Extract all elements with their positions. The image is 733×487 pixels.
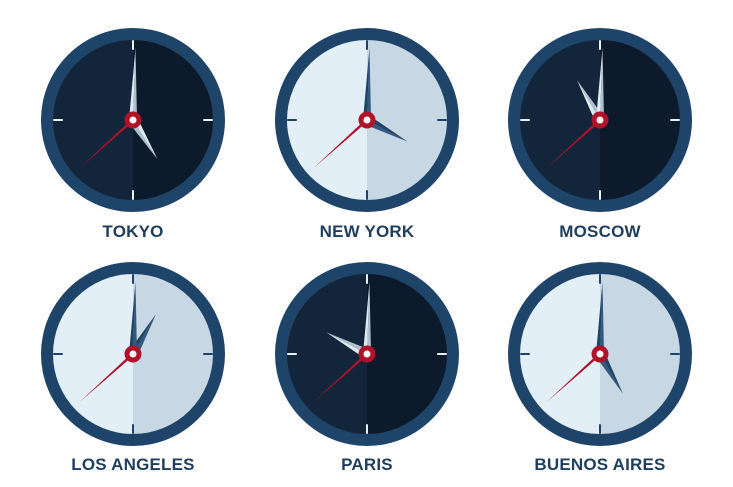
- city-label-buenos-aires: BUENOS AIRES: [534, 455, 666, 474]
- center-hub-dot-paris: [363, 350, 371, 358]
- city-label-tokyo: TOKYO: [102, 222, 164, 241]
- clock-tokyo: [41, 28, 225, 212]
- clock-moscow: [508, 28, 692, 212]
- center-hub-dot-buenos-aires: [596, 350, 604, 358]
- city-label-moscow: MOSCOW: [559, 222, 641, 241]
- city-label-los-angeles: LOS ANGELES: [71, 455, 195, 474]
- center-hub-dot-moscow: [596, 116, 604, 124]
- center-hub-dot-tokyo: [129, 116, 137, 124]
- clock-new-york: [275, 28, 459, 212]
- clock-los-angeles: [41, 262, 225, 446]
- clock-buenos-aires: [508, 262, 692, 446]
- city-label-paris: PARIS: [341, 455, 393, 474]
- center-hub-dot-new-york: [363, 116, 371, 124]
- clock-paris: [275, 262, 459, 446]
- center-hub-dot-los-angeles: [129, 350, 137, 358]
- city-label-new-york: NEW YORK: [319, 222, 415, 241]
- world-clocks-board: TOKYO NEW YORK MOSCOW LOS ANGELES PARIS …: [0, 0, 733, 487]
